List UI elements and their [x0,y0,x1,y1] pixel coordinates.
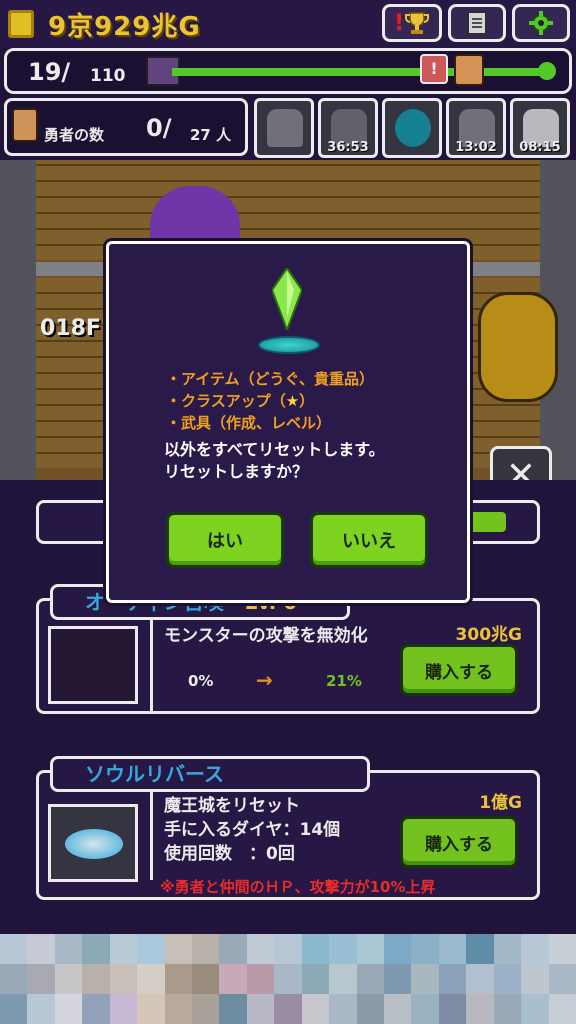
no-button[interactable]: いいえ [310,512,428,568]
dialog-question: リセットしますか？ [164,462,309,481]
dialog-option-weapons: ・武具（作成、レベル） [166,414,332,432]
portal-icon [258,336,320,354]
dialog-message: 以外をすべてリセットします。 [164,440,385,459]
dialog-option-items: ・アイテム（どうぐ、貴重品） [166,370,375,388]
star-icon: ★ [285,392,300,410]
yes-button[interactable]: はい [166,512,284,568]
crystal-icon [272,268,302,330]
dialog-option-classup: ・クラスアップ（★） [166,392,315,410]
